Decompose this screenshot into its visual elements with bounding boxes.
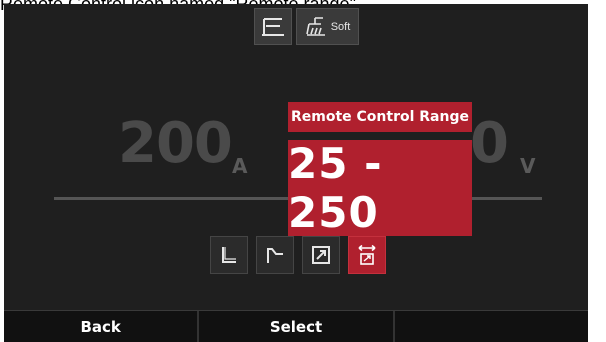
torch-icon [262, 17, 284, 36]
step-icon [222, 247, 236, 263]
current-unit: A [232, 154, 248, 178]
popup-title: Remote Control Range [288, 102, 472, 132]
mode-ramp-button[interactable] [256, 236, 294, 274]
soft-label: Soft [330, 20, 351, 33]
top-icons: Soft [254, 8, 359, 45]
soft-start-icon [305, 16, 325, 36]
remote-range-icon [358, 244, 376, 265]
ramp-icon [267, 248, 283, 263]
select-button[interactable]: Select [199, 311, 395, 342]
voltage-bar [472, 197, 542, 200]
mode-step-button[interactable] [210, 236, 248, 274]
torch-icon-button[interactable] [254, 8, 292, 45]
mode-icons [210, 236, 386, 274]
mode-expand-button[interactable] [302, 236, 340, 274]
welder-screen: Soft 200 A 0 V Remote Control Range 25 -… [4, 4, 588, 342]
remote-range-value[interactable]: 25 - 250 [288, 139, 472, 237]
soft-start-button[interactable]: Soft [296, 8, 359, 45]
current-bar [54, 197, 288, 200]
softkey-bar: Back Select [4, 310, 588, 342]
back-button[interactable]: Back [4, 311, 200, 342]
mode-remote-range-button[interactable] [348, 236, 386, 274]
expand-icon [312, 246, 330, 264]
voltage-unit: V [520, 154, 536, 178]
empty-softkey[interactable] [394, 311, 588, 342]
current-readout: 200 [118, 111, 233, 176]
voltage-readout: 0 [470, 111, 509, 176]
